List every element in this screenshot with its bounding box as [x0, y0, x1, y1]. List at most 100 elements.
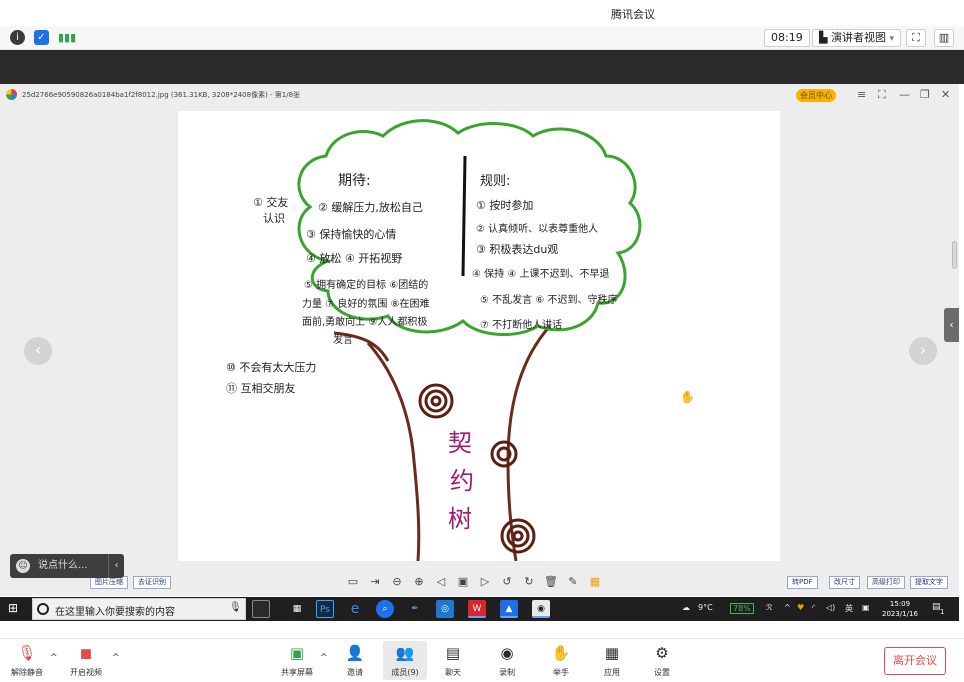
members-icon: 👥 [395, 644, 415, 662]
tray-expand-icon[interactable]: ^ [784, 603, 791, 612]
people-icon[interactable]: ℛ [766, 603, 772, 612]
delete-icon[interactable]: 🗑 [544, 575, 558, 589]
previous-image-button[interactable]: ‹ [24, 337, 52, 365]
info-icon[interactable]: i [10, 30, 25, 45]
security-tray-icon[interactable]: ♥ [797, 603, 804, 612]
next-image-button[interactable]: › [909, 337, 937, 365]
share-options-chevron-icon[interactable]: ^ [320, 653, 328, 663]
chat-input-pill[interactable]: ☺ 说点什么... ‹ [10, 554, 124, 578]
volume-icon[interactable]: ◁) [826, 603, 835, 612]
record-button[interactable]: ◉ 录制 [485, 643, 529, 678]
chevron-down-icon: ▾ [889, 34, 894, 44]
contract-tree-drawing: 期待: ① 交友 认识 ② 缓解压力,放松自己 ③ 保持愉快的心情 ④ 放松 ④… [226, 119, 695, 562]
chat-icon: ▤ [445, 644, 461, 662]
actual-size-icon[interactable]: ⇥ [368, 575, 382, 589]
bottom-item: ⑩ 不会有太大压力 [226, 360, 316, 374]
signal-icon[interactable]: ▮▮▮ [58, 30, 76, 45]
gear-icon: ⚙ [655, 644, 669, 662]
to-pdf-button[interactable]: 转PDF [787, 576, 818, 589]
scrollbar-thumb[interactable] [952, 241, 957, 269]
left-note-2: 认识 [263, 212, 285, 225]
restore-icon[interactable]: ❐ [920, 88, 930, 101]
member-center-badge[interactable]: 会员中心 [796, 89, 836, 102]
share-screen-icon: ▣ [289, 644, 305, 662]
start-video-button[interactable]: ◼ 开启视频 [64, 643, 108, 678]
chat-button[interactable]: ▤ 聊天 [431, 643, 475, 678]
minimize-icon[interactable]: — [899, 88, 910, 101]
resize-button[interactable]: 改尺寸 [829, 576, 860, 589]
rotate-right-icon[interactable]: ↻ [522, 575, 536, 589]
right-item: ③ 积极表达du观 [476, 242, 558, 256]
tencent-meeting-icon[interactable]: ▲ [500, 600, 518, 618]
left-item: ④ 放松 ④ 开拓视野 [306, 251, 402, 265]
unmute-button[interactable]: 🎙 解除静音 [5, 643, 49, 678]
shared-screen-top-area [0, 50, 964, 84]
task-view-icon[interactable] [252, 600, 270, 618]
image-viewer-app-icon[interactable]: ◉ [532, 600, 550, 618]
collapse-chat-icon[interactable]: ‹ [108, 554, 124, 578]
ime-mode-icon[interactable]: ▣ [862, 603, 870, 612]
weather-temp: 9°C [698, 603, 713, 612]
invite-icon: 👤 [345, 644, 365, 662]
apps-grid-icon[interactable]: ▦ [588, 575, 602, 589]
left-item: ⑤ 拥有确定的目标 ⑥团结的 [304, 278, 428, 291]
audio-options-chevron-icon[interactable]: ^ [50, 653, 58, 663]
wps-icon[interactable]: W [468, 600, 486, 618]
share-screen-button[interactable]: ▣ 共享屏幕 [275, 643, 319, 678]
muted-mic-icon: 🎙 [17, 644, 37, 662]
photoshop-icon[interactable]: Ps [316, 600, 334, 618]
trunk-title-char: 契 [448, 429, 472, 457]
sidebar-toggle-icon[interactable]: ▥ [934, 29, 954, 47]
microphone-icon[interactable]: 🎙 [229, 602, 242, 613]
rotate-left-icon[interactable]: ↺ [500, 575, 514, 589]
taskbar-search-box[interactable]: 在这里输入你要搜索的内容 🎙 [32, 598, 246, 620]
apps-icon[interactable]: ▦ [288, 600, 306, 618]
security-shield-icon[interactable]: ✓ [34, 30, 49, 45]
next-icon[interactable]: ▷ [478, 575, 492, 589]
left-note-1: ① 交友 [253, 195, 288, 209]
edit-icon[interactable]: ✎ [566, 575, 580, 589]
taskbar-clock[interactable]: 15:09 2023/1/16 [882, 599, 918, 619]
smiley-icon[interactable]: ☺ [16, 559, 30, 573]
baidu-netdisk-icon[interactable]: ◎ [436, 600, 454, 618]
window-title: 腾讯会议 [611, 8, 655, 21]
right-item: ① 按时参加 [476, 198, 533, 212]
previous-icon[interactable]: ◁ [434, 575, 448, 589]
right-item: ② 认真倾听、以表尊重他人 [476, 222, 598, 235]
menu-icon[interactable]: ≡ [857, 88, 866, 101]
members-label: 成员(9) [391, 668, 419, 677]
side-panel-tab[interactable]: ‹ [944, 308, 959, 342]
battery-indicator[interactable]: 78% [730, 603, 754, 614]
advanced-print-button[interactable]: 高级打印 [867, 576, 905, 589]
members-button[interactable]: 👥 成员(9) [383, 643, 427, 678]
id-recognition-button[interactable]: 去证识别 [133, 576, 171, 589]
weather-icon[interactable]: ☁ [682, 603, 690, 612]
close-icon[interactable]: ✕ [941, 88, 950, 101]
ime-indicator[interactable]: 英 [845, 603, 853, 614]
speaker-view-button[interactable]: ▙ 演讲者视图 ▾ [812, 29, 901, 47]
zoom-out-icon[interactable]: ⊖ [390, 575, 404, 589]
search-app-icon[interactable]: ⌕ [376, 600, 394, 618]
apps-button[interactable]: ▦ 应用 [590, 643, 634, 678]
fullscreen-icon[interactable]: ⛶ [906, 29, 926, 47]
slideshow-icon[interactable]: ▣ [456, 575, 470, 589]
leave-meeting-button[interactable]: 离开会议 [884, 647, 946, 675]
print-icon[interactable]: ▭ [346, 575, 360, 589]
windows-start-icon[interactable]: ⊞ [8, 602, 21, 615]
apps-label: 应用 [604, 668, 620, 677]
video-options-chevron-icon[interactable]: ^ [112, 653, 120, 663]
raise-hand-button[interactable]: ✋ 举手 [539, 643, 583, 678]
network-icon[interactable]: ◜ [812, 603, 815, 612]
taskbar-search-placeholder: 在这里输入你要搜索的内容 [55, 607, 175, 618]
left-title: 期待: [338, 173, 371, 189]
edge-icon[interactable]: e [346, 600, 364, 618]
unmute-label: 解除静音 [11, 668, 43, 677]
settings-button[interactable]: ⚙ 设置 [640, 643, 684, 678]
expand-icon[interactable]: ⛶ [878, 88, 886, 102]
extract-text-button[interactable]: 提取文字 [910, 576, 948, 589]
trunk-title-char: 树 [448, 505, 472, 533]
left-item: ③ 保持愉快的心情 [306, 227, 396, 241]
invite-button[interactable]: 👤 邀请 [333, 643, 377, 678]
feather-app-icon[interactable]: ✒ [406, 600, 424, 618]
zoom-in-icon[interactable]: ⊕ [412, 575, 426, 589]
